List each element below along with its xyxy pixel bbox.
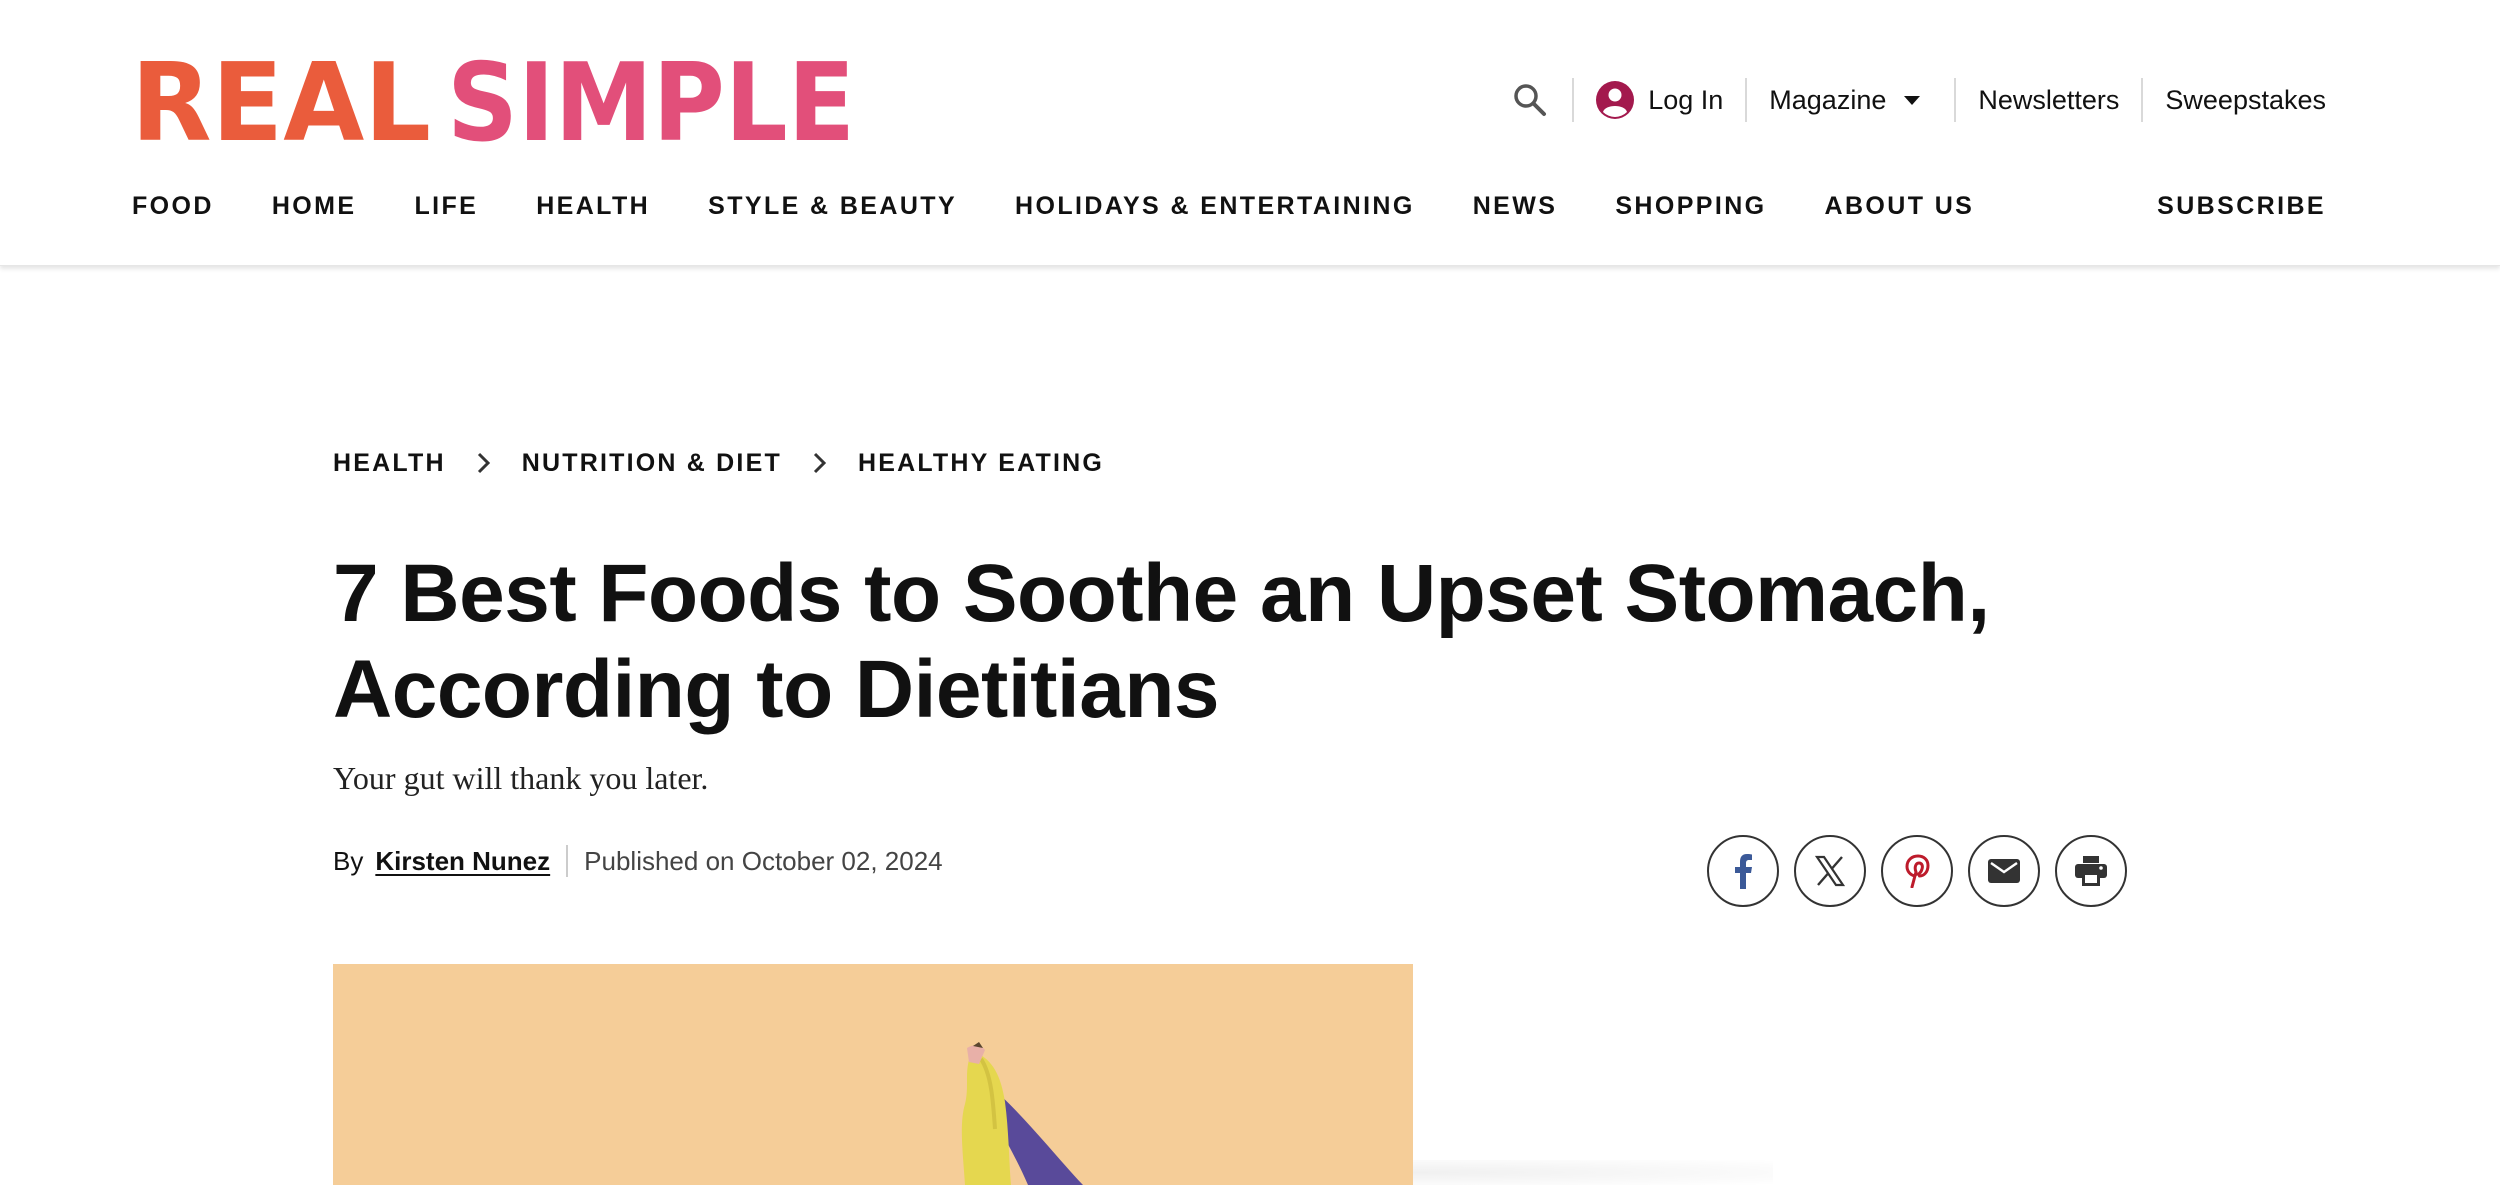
subscribe-link[interactable]: SUBSCRIBE	[2157, 192, 2326, 221]
chevron-right-icon	[800, 448, 840, 478]
logo-simple-text: SIMPLE	[447, 56, 855, 148]
email-icon	[1988, 859, 2020, 883]
nav-item-life[interactable]: LIFE	[414, 192, 478, 221]
author-link[interactable]: Kirsten Nunez	[375, 846, 550, 877]
share-x-button[interactable]	[1794, 835, 1866, 907]
utility-divider	[1954, 78, 1957, 122]
newsletters-link[interactable]: Newsletters	[1978, 85, 2119, 116]
nav-item-news[interactable]: NEWS	[1473, 192, 1558, 221]
pinterest-icon	[1905, 854, 1930, 888]
main-navigation: FOOD HOME LIFE HEALTH STYLE & BEAUTY HOL…	[132, 192, 2032, 221]
breadcrumb: HEALTH NUTRITION & DIET HEALTHY EATING	[333, 448, 1104, 478]
utility-divider	[2141, 78, 2144, 122]
search-button[interactable]	[1510, 80, 1550, 120]
site-header: REAL SIMPLE Log In Magazine Newsletters	[0, 0, 2500, 266]
share-email-button[interactable]	[1968, 835, 2040, 907]
share-pinterest-button[interactable]	[1881, 835, 1953, 907]
sweepstakes-link[interactable]: Sweepstakes	[2165, 85, 2326, 116]
nav-item-food[interactable]: FOOD	[132, 192, 214, 221]
breadcrumb-item-nutrition-diet[interactable]: NUTRITION & DIET	[522, 449, 782, 478]
breadcrumb-item-healthy-eating[interactable]: HEALTHY EATING	[858, 449, 1104, 478]
x-icon	[1814, 855, 1846, 887]
byline-divider	[566, 845, 569, 877]
share-buttons	[1707, 835, 2127, 907]
nav-item-holidays-entertaining[interactable]: HOLIDAYS & ENTERTAINING	[1015, 192, 1415, 221]
magazine-label: Magazine	[1769, 84, 1887, 115]
breadcrumb-item-health[interactable]: HEALTH	[333, 449, 446, 478]
nav-item-shopping[interactable]: SHOPPING	[1615, 192, 1766, 221]
facebook-icon	[1735, 854, 1752, 889]
user-avatar-icon	[1596, 81, 1635, 119]
caret-down-icon	[1904, 95, 1921, 105]
nav-item-about-us[interactable]: ABOUT US	[1825, 192, 1975, 221]
logo-real-text: REAL	[131, 56, 431, 148]
nav-item-home[interactable]: HOME	[272, 192, 357, 221]
utility-bar: Log In Magazine Newsletters Sweepstakes	[1510, 70, 2326, 130]
publish-date: Published on October 02, 2024	[584, 845, 943, 876]
search-icon	[1514, 84, 1547, 116]
login-link[interactable]: Log In	[1596, 81, 1723, 119]
image-shadow	[1413, 1160, 1773, 1185]
chevron-right-icon	[464, 448, 504, 478]
banana-illustration	[961, 1042, 1083, 1185]
hero-image	[333, 964, 1413, 1185]
article-title: 7 Best Foods to Soothe an Upset Stomach,…	[333, 548, 1990, 735]
utility-divider	[1745, 78, 1748, 122]
login-label: Log In	[1648, 84, 1724, 115]
nav-item-health[interactable]: HEALTH	[536, 192, 650, 221]
article-dek: Your gut will thank you later.	[333, 760, 709, 796]
nav-item-style-beauty[interactable]: STYLE & BEAUTY	[708, 192, 957, 221]
share-facebook-button[interactable]	[1707, 835, 1779, 907]
magazine-dropdown[interactable]: Magazine	[1769, 84, 1921, 116]
print-icon	[2075, 856, 2107, 886]
utility-divider	[1572, 78, 1575, 122]
print-button[interactable]	[2055, 835, 2127, 907]
byline-prefix: By	[333, 845, 364, 876]
real-simple-logo[interactable]: REAL SIMPLE	[131, 56, 856, 148]
byline: By Kirsten Nunez Published on October 02…	[333, 845, 943, 877]
